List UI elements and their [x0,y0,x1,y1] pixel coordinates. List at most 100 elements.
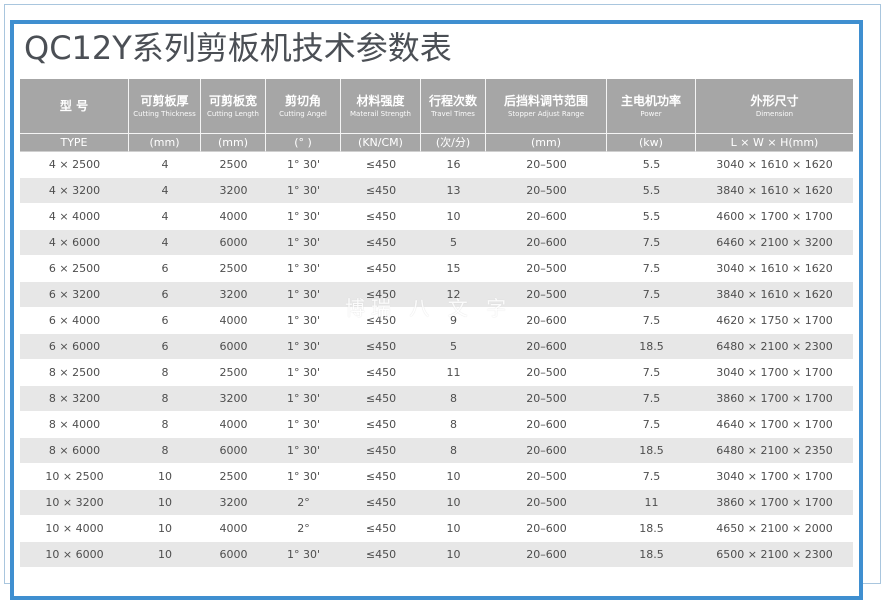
column-header-angle: 剪切角 Cutting Angel [266,79,341,133]
cell-model: 8 × 2500 [20,360,129,386]
cell-stopper-range: 20–500 [486,360,607,386]
cell-travel-times: 8 [421,386,486,412]
header-cn: 剪切角 [284,93,321,108]
cell-stopper-range: 20–500 [486,178,607,204]
cell-dimension: 4620 × 1750 × 1700 [696,308,853,334]
cell-length: 2500 [201,152,266,178]
header-cn: 可剪板厚 [140,93,189,108]
cell-stopper-range: 20–500 [486,490,607,516]
cell-strength: ≤450 [341,464,421,490]
cell-angle: 1° 30' [266,464,341,490]
cell-model: 4 × 6000 [20,230,129,256]
cell-dimension: 4600 × 1700 × 1700 [696,204,853,230]
spec-table: 型 号 可剪板厚 Cutting Thickness 可剪板宽 Cutting … [20,79,853,568]
unit-power: (kw) [607,133,696,152]
column-header-type: 型 号 [20,79,129,133]
unit-length: (mm) [201,133,266,152]
cell-strength: ≤450 [341,256,421,282]
cell-travel-times: 10 [421,464,486,490]
header-cn: 外形尺寸 [750,93,799,108]
cell-strength: ≤450 [341,230,421,256]
cell-thickness: 8 [129,360,201,386]
table-row: 8 × 4000 8 4000 1° 30' ≤450 8 20–600 7.5 4640 × … [20,412,853,438]
cell-angle: 1° 30' [266,282,341,308]
cell-stopper-range: 20–500 [486,256,607,282]
unit-type: TYPE [20,133,129,152]
header-en: Dimension [755,109,794,118]
cell-thickness: 10 [129,464,201,490]
cell-stopper-range: 20–600 [486,230,607,256]
header-en: Travel Times [431,109,475,118]
cell-stopper-range: 20–600 [486,308,607,334]
header-en: Materail Strength [350,109,411,118]
cell-model: 8 × 6000 [20,438,129,464]
table-row: 8 × 2500 8 2500 1° 30' ≤450 11 20–500 7.5 3040 ×… [20,360,853,386]
cell-travel-times: 5 [421,334,486,360]
cell-dimension: 3860 × 1700 × 1700 [696,490,853,516]
header-en: Cutting Length [206,109,259,118]
cell-travel-times: 10 [421,542,486,568]
header-en: Cutting Thickness [133,109,196,118]
cell-power: 7.5 [607,464,696,490]
unit-stopper-range: (mm) [486,133,607,152]
unit-thickness: (mm) [129,133,201,152]
cell-power: 7.5 [607,412,696,438]
table-row: 10 × 6000 10 6000 1° 30' ≤450 10 20–600 18.5 650… [20,542,853,568]
cell-length: 4000 [201,204,266,230]
header-cn: 材料强度 [356,93,405,108]
cell-dimension: 6500 × 2100 × 2300 [696,542,853,568]
cell-strength: ≤450 [341,438,421,464]
cell-stopper-range: 20–500 [486,464,607,490]
cell-angle: 1° 30' [266,386,341,412]
cell-thickness: 4 [129,204,201,230]
cell-power: 5.5 [607,204,696,230]
cell-length: 2500 [201,360,266,386]
table-row: 6 × 6000 6 6000 1° 30' ≤450 5 20–600 18.5 6480 ×… [20,334,853,360]
cell-stopper-range: 20–600 [486,412,607,438]
cell-length: 3200 [201,386,266,412]
header-en: Power [640,109,662,118]
header-cn: 型 号 [59,99,89,113]
cell-dimension: 6480 × 2100 × 2300 [696,334,853,360]
cell-model: 4 × 2500 [20,152,129,178]
cell-dimension: 3840 × 1610 × 1620 [696,178,853,204]
cell-power: 7.5 [607,256,696,282]
cell-power: 7.5 [607,386,696,412]
cell-angle: 1° 30' [266,204,341,230]
table-row: 10 × 3200 10 3200 2° ≤450 10 20–500 11 3860 × 17… [20,490,853,516]
cell-length: 4000 [201,308,266,334]
cell-thickness: 6 [129,308,201,334]
cell-stopper-range: 20–600 [486,204,607,230]
table-row: 8 × 6000 8 6000 1° 30' ≤450 8 20–600 18.5 6480 ×… [20,438,853,464]
cell-thickness: 6 [129,282,201,308]
cell-travel-times: 8 [421,438,486,464]
table-row: 6 × 4000 6 4000 1° 30' ≤450 9 20–600 7.5 4620 × … [20,308,853,334]
cell-model: 6 × 4000 [20,308,129,334]
cell-angle: 1° 30' [266,152,341,178]
cell-thickness: 8 [129,412,201,438]
cell-model: 8 × 4000 [20,412,129,438]
table-row: 4 × 4000 4 4000 1° 30' ≤450 10 20–600 5.5 4600 ×… [20,204,853,230]
cell-power: 7.5 [607,282,696,308]
cell-travel-times: 9 [421,308,486,334]
column-header-length: 可剪板宽 Cutting Length [201,79,266,133]
column-header-stopper-range: 后挡料调节范围 Stopper Adjust Range [486,79,607,133]
cell-dimension: 3040 × 1610 × 1620 [696,152,853,178]
cell-length: 4000 [201,516,266,542]
header-cn: 可剪板宽 [208,93,257,108]
cell-travel-times: 10 [421,490,486,516]
unit-strength: (KN/CM) [341,133,421,152]
cell-dimension: 4650 × 2100 × 2000 [696,516,853,542]
table-row: 6 × 2500 6 2500 1° 30' ≤450 15 20–500 7.5 3040 ×… [20,256,853,282]
cell-model: 6 × 6000 [20,334,129,360]
cell-angle: 1° 30' [266,412,341,438]
cell-travel-times: 10 [421,516,486,542]
cell-length: 2500 [201,256,266,282]
cell-dimension: 3840 × 1610 × 1620 [696,282,853,308]
cell-angle: 2° [266,490,341,516]
cell-dimension: 3040 × 1700 × 1700 [696,464,853,490]
unit-travel-times: (次/分) [421,133,486,152]
cell-length: 3200 [201,490,266,516]
table-row: 10 × 4000 10 4000 2° ≤450 10 20–600 18.5 4650 × … [20,516,853,542]
column-header-power: 主电机功率 Power [607,79,696,133]
